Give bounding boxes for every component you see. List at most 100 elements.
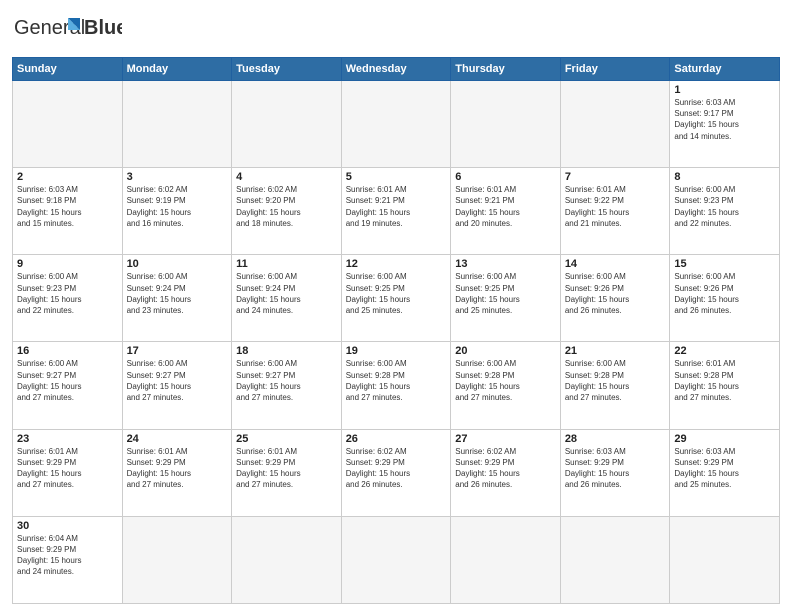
calendar-cell: 4Sunrise: 6:02 AM Sunset: 9:20 PM Daylig…: [232, 168, 342, 255]
day-number: 16: [17, 345, 118, 357]
calendar-cell: 15Sunrise: 6:00 AM Sunset: 9:26 PM Dayli…: [670, 255, 780, 342]
calendar-cell: 12Sunrise: 6:00 AM Sunset: 9:25 PM Dayli…: [341, 255, 451, 342]
day-number: 2: [17, 171, 118, 183]
calendar-cell: 26Sunrise: 6:02 AM Sunset: 9:29 PM Dayli…: [341, 429, 451, 516]
day-info: Sunrise: 6:01 AM Sunset: 9:29 PM Dayligh…: [17, 446, 118, 491]
day-info: Sunrise: 6:04 AM Sunset: 9:29 PM Dayligh…: [17, 533, 118, 578]
day-info: Sunrise: 6:00 AM Sunset: 9:27 PM Dayligh…: [236, 358, 337, 403]
col-friday: Friday: [560, 58, 670, 81]
calendar-page: General Blue Sunday Monday Tuesday Wedne…: [0, 0, 792, 612]
calendar-cell: [560, 81, 670, 168]
day-number: 7: [565, 171, 666, 183]
day-info: Sunrise: 6:00 AM Sunset: 9:27 PM Dayligh…: [127, 358, 228, 403]
day-info: Sunrise: 6:00 AM Sunset: 9:26 PM Dayligh…: [674, 271, 775, 316]
day-info: Sunrise: 6:00 AM Sunset: 9:24 PM Dayligh…: [127, 271, 228, 316]
col-thursday: Thursday: [451, 58, 561, 81]
calendar-cell: 10Sunrise: 6:00 AM Sunset: 9:24 PM Dayli…: [122, 255, 232, 342]
day-number: 10: [127, 258, 228, 270]
calendar-cell: 27Sunrise: 6:02 AM Sunset: 9:29 PM Dayli…: [451, 429, 561, 516]
calendar-cell: [232, 516, 342, 603]
calendar-cell: 22Sunrise: 6:01 AM Sunset: 9:28 PM Dayli…: [670, 342, 780, 429]
day-number: 3: [127, 171, 228, 183]
day-info: Sunrise: 6:01 AM Sunset: 9:28 PM Dayligh…: [674, 358, 775, 403]
calendar-cell: 9Sunrise: 6:00 AM Sunset: 9:23 PM Daylig…: [13, 255, 123, 342]
day-info: Sunrise: 6:03 AM Sunset: 9:18 PM Dayligh…: [17, 184, 118, 229]
calendar-cell: [670, 516, 780, 603]
calendar-header-row: Sunday Monday Tuesday Wednesday Thursday…: [13, 58, 780, 81]
day-info: Sunrise: 6:03 AM Sunset: 9:29 PM Dayligh…: [565, 446, 666, 491]
calendar-cell: 13Sunrise: 6:00 AM Sunset: 9:25 PM Dayli…: [451, 255, 561, 342]
calendar-cell: [122, 81, 232, 168]
day-info: Sunrise: 6:03 AM Sunset: 9:17 PM Dayligh…: [674, 97, 775, 142]
calendar-cell: 17Sunrise: 6:00 AM Sunset: 9:27 PM Dayli…: [122, 342, 232, 429]
day-number: 23: [17, 433, 118, 445]
day-number: 17: [127, 345, 228, 357]
day-info: Sunrise: 6:02 AM Sunset: 9:20 PM Dayligh…: [236, 184, 337, 229]
header: General Blue: [12, 10, 780, 51]
calendar-cell: [451, 516, 561, 603]
day-number: 18: [236, 345, 337, 357]
day-info: Sunrise: 6:01 AM Sunset: 9:22 PM Dayligh…: [565, 184, 666, 229]
calendar-cell: [560, 516, 670, 603]
calendar-cell: 28Sunrise: 6:03 AM Sunset: 9:29 PM Dayli…: [560, 429, 670, 516]
calendar-cell: [13, 81, 123, 168]
col-sunday: Sunday: [13, 58, 123, 81]
calendar-cell: [341, 516, 451, 603]
calendar-table: Sunday Monday Tuesday Wednesday Thursday…: [12, 57, 780, 604]
day-number: 24: [127, 433, 228, 445]
day-info: Sunrise: 6:00 AM Sunset: 9:25 PM Dayligh…: [455, 271, 556, 316]
calendar-cell: 14Sunrise: 6:00 AM Sunset: 9:26 PM Dayli…: [560, 255, 670, 342]
day-info: Sunrise: 6:02 AM Sunset: 9:29 PM Dayligh…: [455, 446, 556, 491]
day-info: Sunrise: 6:00 AM Sunset: 9:25 PM Dayligh…: [346, 271, 447, 316]
col-saturday: Saturday: [670, 58, 780, 81]
day-info: Sunrise: 6:00 AM Sunset: 9:24 PM Dayligh…: [236, 271, 337, 316]
day-number: 12: [346, 258, 447, 270]
logo: General Blue: [12, 10, 122, 51]
day-number: 27: [455, 433, 556, 445]
day-number: 5: [346, 171, 447, 183]
day-number: 26: [346, 433, 447, 445]
calendar-cell: 16Sunrise: 6:00 AM Sunset: 9:27 PM Dayli…: [13, 342, 123, 429]
calendar-cell: [122, 516, 232, 603]
svg-text:Blue: Blue: [84, 17, 122, 39]
day-number: 11: [236, 258, 337, 270]
calendar-cell: 23Sunrise: 6:01 AM Sunset: 9:29 PM Dayli…: [13, 429, 123, 516]
calendar-cell: 11Sunrise: 6:00 AM Sunset: 9:24 PM Dayli…: [232, 255, 342, 342]
calendar-cell: [341, 81, 451, 168]
day-number: 30: [17, 520, 118, 532]
calendar-cell: 30Sunrise: 6:04 AM Sunset: 9:29 PM Dayli…: [13, 516, 123, 603]
day-info: Sunrise: 6:01 AM Sunset: 9:29 PM Dayligh…: [236, 446, 337, 491]
calendar-cell: 18Sunrise: 6:00 AM Sunset: 9:27 PM Dayli…: [232, 342, 342, 429]
logo-text: General Blue: [12, 10, 122, 51]
day-number: 1: [674, 84, 775, 96]
day-info: Sunrise: 6:00 AM Sunset: 9:26 PM Dayligh…: [565, 271, 666, 316]
col-wednesday: Wednesday: [341, 58, 451, 81]
day-info: Sunrise: 6:00 AM Sunset: 9:28 PM Dayligh…: [346, 358, 447, 403]
calendar-cell: 8Sunrise: 6:00 AM Sunset: 9:23 PM Daylig…: [670, 168, 780, 255]
calendar-cell: 25Sunrise: 6:01 AM Sunset: 9:29 PM Dayli…: [232, 429, 342, 516]
day-number: 29: [674, 433, 775, 445]
day-number: 15: [674, 258, 775, 270]
calendar-cell: 21Sunrise: 6:00 AM Sunset: 9:28 PM Dayli…: [560, 342, 670, 429]
day-info: Sunrise: 6:02 AM Sunset: 9:29 PM Dayligh…: [346, 446, 447, 491]
calendar-cell: 2Sunrise: 6:03 AM Sunset: 9:18 PM Daylig…: [13, 168, 123, 255]
day-info: Sunrise: 6:01 AM Sunset: 9:21 PM Dayligh…: [346, 184, 447, 229]
day-number: 20: [455, 345, 556, 357]
day-info: Sunrise: 6:00 AM Sunset: 9:23 PM Dayligh…: [17, 271, 118, 316]
calendar-cell: 20Sunrise: 6:00 AM Sunset: 9:28 PM Dayli…: [451, 342, 561, 429]
day-info: Sunrise: 6:00 AM Sunset: 9:28 PM Dayligh…: [455, 358, 556, 403]
calendar-cell: 7Sunrise: 6:01 AM Sunset: 9:22 PM Daylig…: [560, 168, 670, 255]
day-number: 28: [565, 433, 666, 445]
day-number: 19: [346, 345, 447, 357]
day-info: Sunrise: 6:01 AM Sunset: 9:29 PM Dayligh…: [127, 446, 228, 491]
calendar-cell: 1Sunrise: 6:03 AM Sunset: 9:17 PM Daylig…: [670, 81, 780, 168]
day-info: Sunrise: 6:01 AM Sunset: 9:21 PM Dayligh…: [455, 184, 556, 229]
day-info: Sunrise: 6:00 AM Sunset: 9:27 PM Dayligh…: [17, 358, 118, 403]
day-number: 25: [236, 433, 337, 445]
day-number: 4: [236, 171, 337, 183]
day-info: Sunrise: 6:00 AM Sunset: 9:23 PM Dayligh…: [674, 184, 775, 229]
day-number: 21: [565, 345, 666, 357]
col-tuesday: Tuesday: [232, 58, 342, 81]
day-number: 8: [674, 171, 775, 183]
calendar-cell: 19Sunrise: 6:00 AM Sunset: 9:28 PM Dayli…: [341, 342, 451, 429]
